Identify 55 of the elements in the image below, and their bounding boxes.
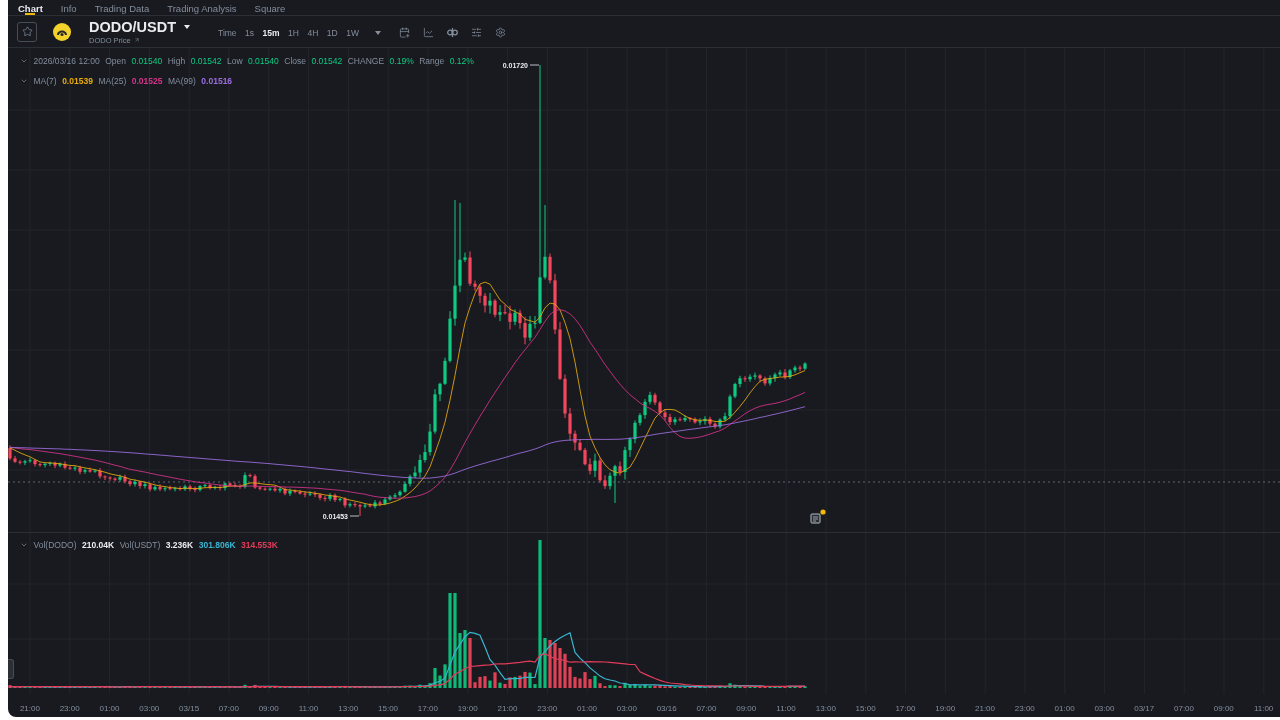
- time-label: 13:00: [338, 703, 359, 713]
- time-label: 03:00: [139, 703, 160, 713]
- time-label: 07:00: [696, 703, 717, 713]
- interval-button[interactable]: Time: [218, 27, 237, 38]
- time-label: 17:00: [417, 703, 438, 713]
- interval-button[interactable]: 1s: [245, 27, 255, 38]
- tab[interactable]: Chart: [18, 0, 43, 15]
- time-label: 17:00: [895, 703, 916, 713]
- interval-button[interactable]: 4H: [307, 27, 319, 38]
- time-label: 21:00: [497, 703, 518, 713]
- time-label: 09:00: [736, 703, 757, 713]
- tab[interactable]: Trading Data: [94, 0, 150, 15]
- time-label: 15:00: [378, 703, 399, 713]
- time-label: 07:00: [218, 703, 239, 713]
- time-label: 03:00: [1094, 703, 1115, 713]
- time-label: 23:00: [1014, 703, 1035, 713]
- settings-icon[interactable]: [495, 27, 507, 38]
- time-label: 23:00: [59, 703, 80, 713]
- time-label: 03/17: [1134, 703, 1155, 713]
- time-label: 01:00: [1054, 703, 1075, 713]
- caret-down-icon[interactable]: [184, 24, 190, 29]
- interval-button[interactable]: 1D: [326, 27, 338, 38]
- time-label: 03:00: [616, 703, 637, 713]
- time-label: 09:00: [1213, 703, 1234, 713]
- tab[interactable]: Info: [60, 0, 77, 15]
- pair-selector[interactable]: DODO/USDT: [89, 18, 190, 35]
- time-label: 11:00: [776, 703, 796, 713]
- time-label: 09:00: [258, 703, 279, 713]
- line-chart-icon[interactable]: [423, 27, 435, 38]
- indicator-icon[interactable]: [447, 27, 459, 38]
- time-label: 23:00: [537, 703, 558, 713]
- time-label: 01:00: [99, 703, 120, 713]
- time-label: 01:00: [577, 703, 598, 713]
- time-label: 19:00: [457, 703, 478, 713]
- tab[interactable]: Square: [254, 0, 286, 15]
- time-label: 03/15: [179, 703, 200, 713]
- star-icon: [21, 26, 33, 37]
- coin-icon: [53, 22, 71, 41]
- time-label: 03/16: [656, 703, 677, 713]
- time-label: 21:00: [975, 703, 996, 713]
- favorite-button[interactable]: [17, 21, 37, 42]
- time-label: 13:00: [815, 703, 836, 713]
- time-label: 11:00: [298, 703, 319, 713]
- time-label: 21:00: [19, 703, 40, 713]
- time-label: 11:00: [1253, 703, 1274, 713]
- sliders-icon[interactable]: [471, 27, 483, 38]
- arrow-up-right-icon: [133, 37, 140, 43]
- tab[interactable]: Trading Analysis: [167, 0, 237, 15]
- interval-button[interactable]: 1W: [346, 27, 359, 38]
- time-label: 15:00: [855, 703, 876, 713]
- interval-button[interactable]: 15m: [262, 27, 280, 38]
- calendar-icon[interactable]: [399, 27, 411, 38]
- interval-button[interactable]: 1H: [288, 27, 299, 38]
- time-label: 07:00: [1174, 703, 1194, 713]
- time-label: 19:00: [935, 703, 956, 713]
